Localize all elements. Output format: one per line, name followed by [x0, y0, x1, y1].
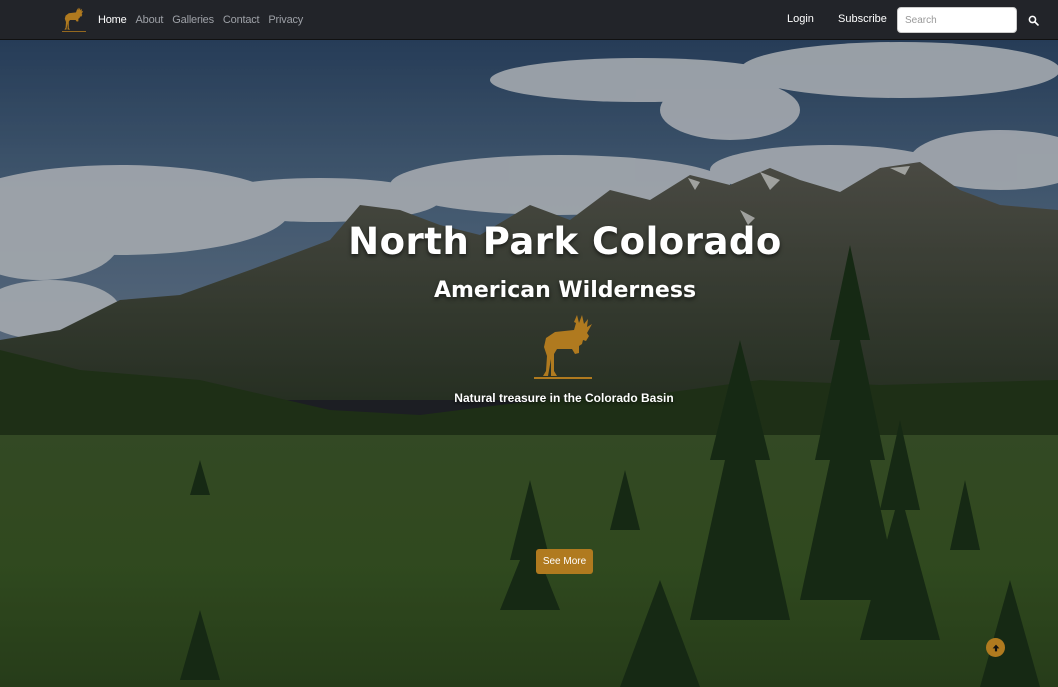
login-link[interactable]: Login [787, 13, 814, 25]
nav-link-galleries[interactable]: Galleries [172, 14, 214, 26]
nav-links: Home About Galleries Contact Privacy [98, 0, 312, 40]
moose-icon [534, 315, 592, 379]
see-more-button[interactable]: See More [536, 549, 593, 574]
subscribe-link[interactable]: Subscribe [838, 13, 887, 25]
nav-link-privacy[interactable]: Privacy [268, 14, 303, 26]
hero-title: North Park Colorado [348, 220, 782, 263]
nav-link-contact[interactable]: Contact [223, 14, 260, 26]
hero-subtitle: American Wilderness [433, 278, 697, 303]
hero-tagline: Natural treasure in the Colorado Basin [454, 391, 674, 405]
arrow-up-icon [992, 644, 999, 651]
search-button[interactable] [1028, 13, 1041, 26]
nav-link-about[interactable]: About [136, 14, 164, 26]
search-icon [1028, 15, 1039, 26]
search-input[interactable] [897, 7, 1017, 33]
nav-link-home[interactable]: Home [98, 14, 127, 26]
moose-icon [62, 7, 86, 32]
scroll-to-top-button[interactable] [986, 638, 1005, 657]
brand-logo-link[interactable] [62, 7, 86, 33]
top-navbar: Home About Galleries Contact Privacy Log… [0, 0, 1058, 40]
hero-section: North Park Colorado American Wilderness … [0, 40, 1058, 687]
hero-background-image [0, 40, 1058, 687]
